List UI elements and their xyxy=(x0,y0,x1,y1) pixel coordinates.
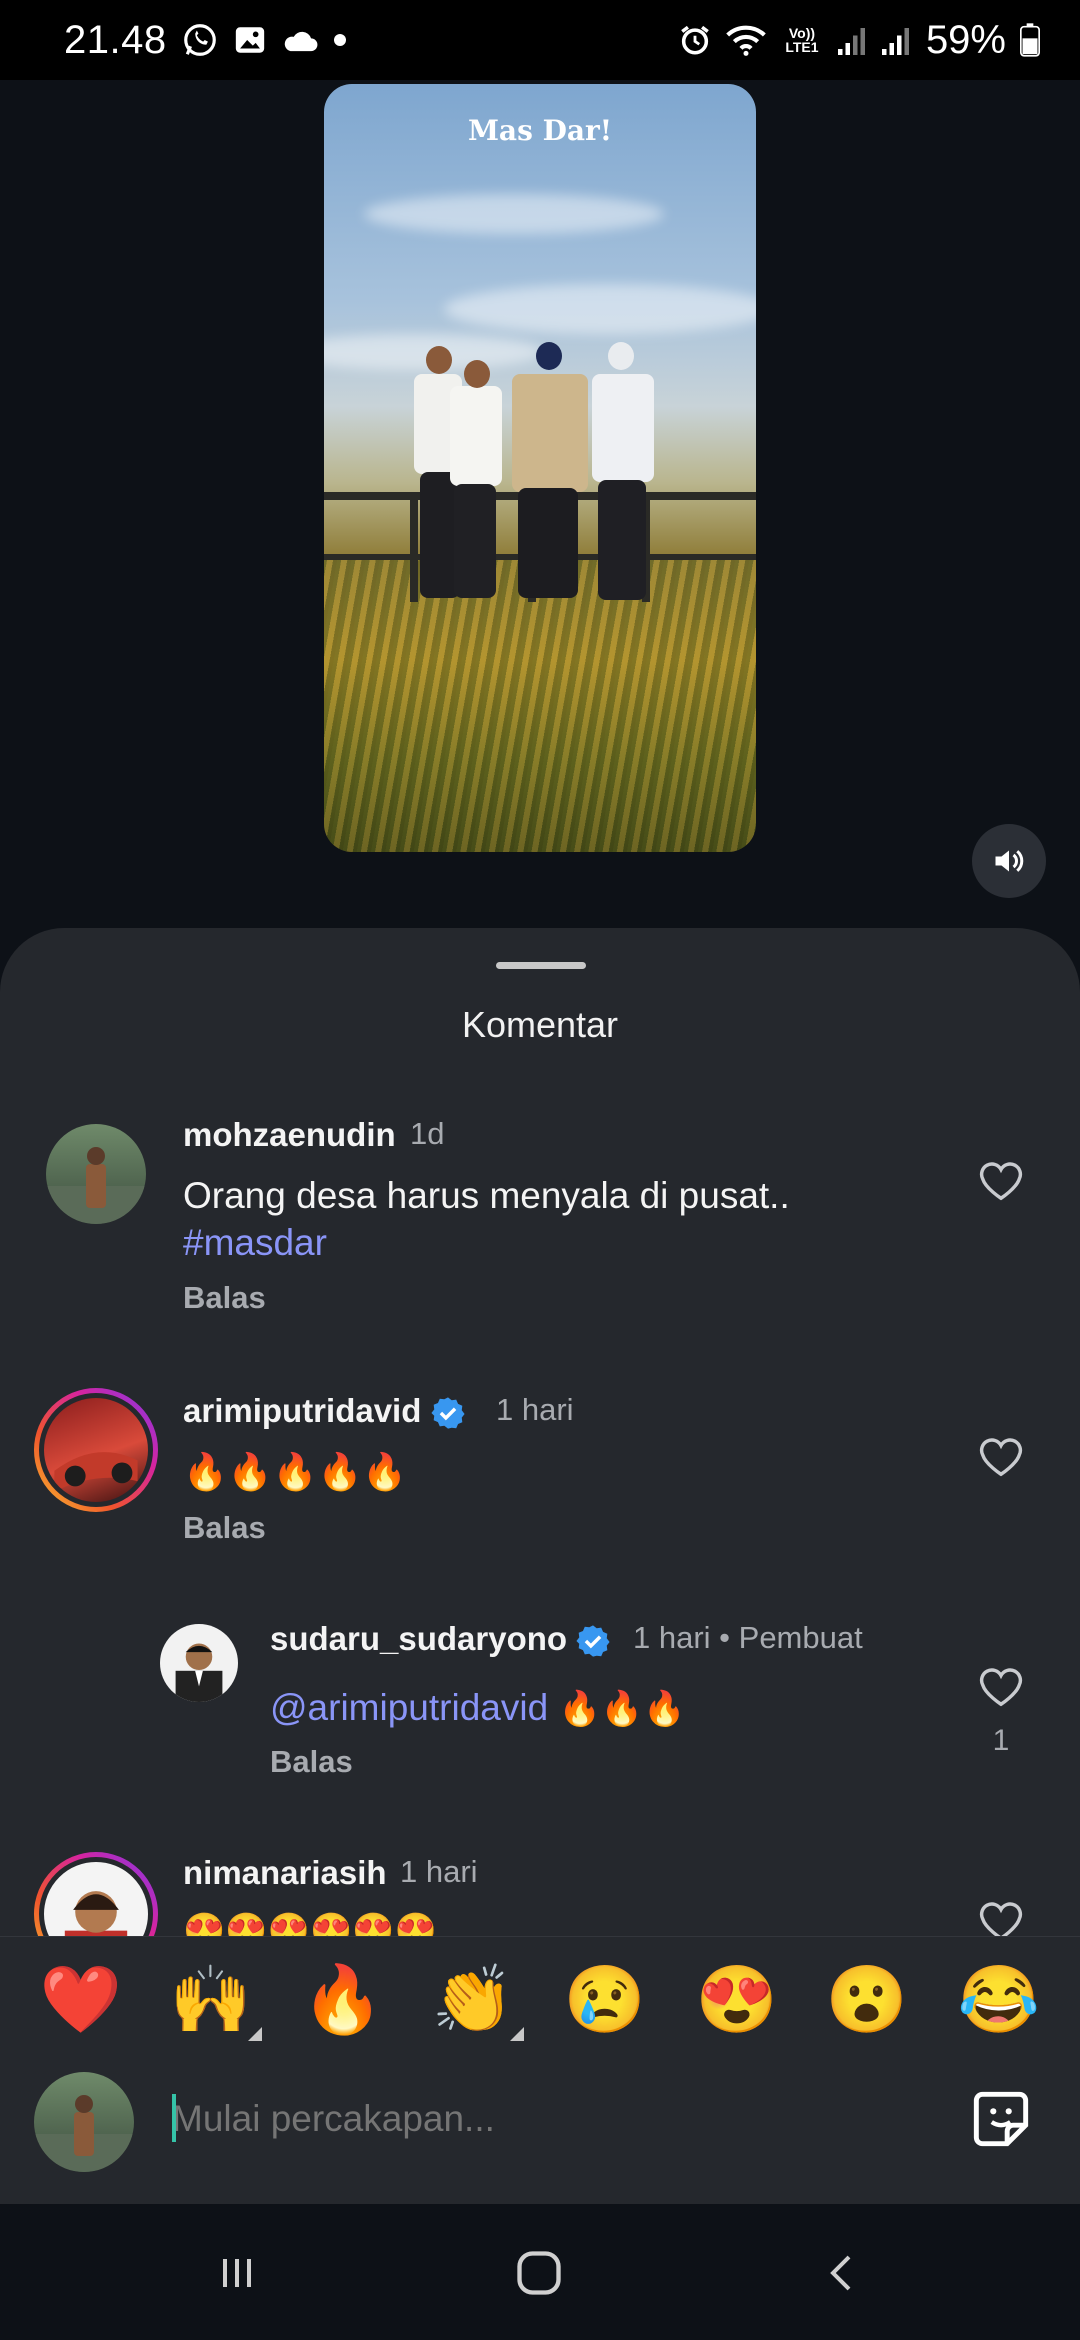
comment-username[interactable]: sudaru_sudaryono xyxy=(270,1620,610,1658)
comment-body: 🔥🔥🔥 xyxy=(558,1690,686,1728)
verified-badge-icon xyxy=(430,1397,465,1429)
signal-icon xyxy=(881,24,912,56)
emoji-heart-eyes[interactable]: 😍 xyxy=(692,1959,782,2039)
back-icon[interactable] xyxy=(808,2238,878,2308)
gallery-icon xyxy=(233,23,267,57)
dot-icon xyxy=(333,33,347,47)
emoji-surprised[interactable]: 😮 xyxy=(822,1959,912,2039)
whatsapp-icon xyxy=(181,21,219,59)
network-label: Vo)) LTE1 xyxy=(785,25,819,55)
comment-body: Orang desa harus menyala di pusat.. xyxy=(183,1175,790,1216)
status-bar: 21.48 Vo)) LTE1 59% xyxy=(0,0,1080,80)
verified-badge-icon xyxy=(576,1625,610,1657)
text-cursor xyxy=(172,2094,176,2142)
signal-icon xyxy=(837,24,868,56)
comment-time: 1 hari xyxy=(633,1620,711,1655)
comment-text: @arimiputridavid 🔥🔥🔥 xyxy=(270,1684,685,1733)
emoji-heart[interactable]: ❤️ xyxy=(36,1959,126,2039)
emoji-fire[interactable]: 🔥 xyxy=(298,1959,388,2039)
emoji-crying[interactable]: 😢 xyxy=(560,1959,650,2039)
battery-icon xyxy=(1020,23,1040,57)
home-icon[interactable] xyxy=(504,2238,574,2308)
comment-mention[interactable]: @arimiputridavid xyxy=(270,1687,548,1728)
avatar[interactable] xyxy=(46,1124,146,1224)
reply-button[interactable]: Balas xyxy=(270,1744,353,1780)
video-area: Mas Dar! xyxy=(0,80,1080,940)
alarm-icon xyxy=(678,23,712,57)
heart-icon[interactable] xyxy=(978,1434,1024,1480)
comment-input[interactable] xyxy=(172,2094,932,2144)
sticker-icon[interactable] xyxy=(964,2082,1038,2156)
sheet-title: Komentar xyxy=(461,1004,619,1045)
comment-hashtag[interactable]: #masdar xyxy=(183,1222,327,1263)
system-nav-bar xyxy=(0,2204,1080,2340)
recent-apps-icon[interactable] xyxy=(202,2238,272,2308)
heart-icon[interactable] xyxy=(978,1158,1024,1204)
heart-icon[interactable] xyxy=(978,1664,1024,1710)
reply-button[interactable]: Balas xyxy=(183,1280,266,1316)
comment-username-text: sudaru_sudaryono xyxy=(270,1620,568,1657)
comment-username-text: arimiputridavid xyxy=(183,1392,422,1429)
battery-percent: 59% xyxy=(925,17,1006,62)
volte-icon: Vo)) LTE1 xyxy=(780,26,824,54)
emoji-clapping[interactable]: 👏 xyxy=(428,1959,524,2041)
comment-time: 1d xyxy=(410,1116,445,1151)
status-time: 21.48 xyxy=(64,17,167,62)
emoji-laughing[interactable]: 😂 xyxy=(954,1959,1044,2039)
comment-username[interactable]: mohzaenudin xyxy=(183,1116,396,1154)
avatar[interactable] xyxy=(160,1624,238,1702)
comment-username[interactable]: arimiputridavid xyxy=(183,1392,465,1430)
comment-text: Orang desa harus menyala di pusat.. #mas… xyxy=(183,1172,790,1266)
emoji-quick-bar: ❤️ 🙌 🔥 👏 😢 😍 😮 😂 xyxy=(0,1936,1080,2076)
cloud-icon xyxy=(281,25,319,55)
comment-body: 🔥🔥🔥🔥🔥 xyxy=(183,1451,408,1492)
comment-meta: 1 hari • Pembuat xyxy=(633,1620,863,1655)
comment-time: 1 hari xyxy=(496,1392,574,1427)
creator-label: Pembuat xyxy=(738,1620,863,1655)
sheet-drag-handle[interactable] xyxy=(496,962,586,969)
wifi-icon xyxy=(726,23,766,57)
speaker-icon[interactable] xyxy=(972,824,1046,898)
comment-time: 1 hari xyxy=(400,1854,478,1889)
reel-video[interactable]: Mas Dar! xyxy=(324,84,756,852)
like-count: 1 xyxy=(992,1724,1010,1757)
comment-username[interactable]: nimanariasih xyxy=(183,1854,387,1892)
emoji-raising-hands[interactable]: 🙌 xyxy=(166,1959,262,2041)
avatar[interactable] xyxy=(34,1388,158,1512)
video-watermark: Mas Dar! xyxy=(467,114,613,147)
reply-button[interactable]: Balas xyxy=(183,1510,266,1546)
avatar xyxy=(34,2072,134,2172)
